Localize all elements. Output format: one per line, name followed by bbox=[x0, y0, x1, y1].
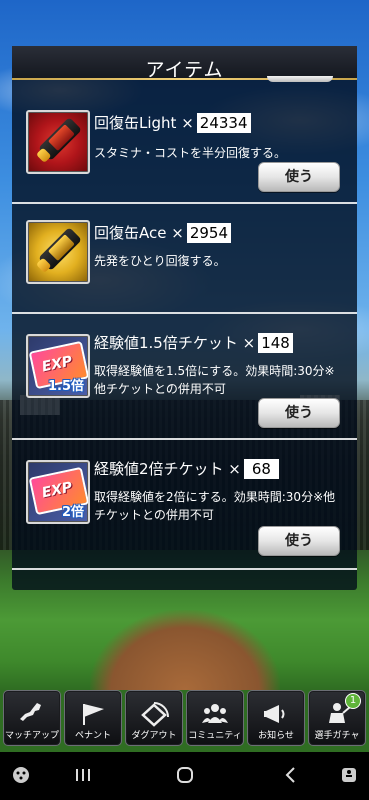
menu-label: マッチアップ bbox=[4, 731, 59, 741]
panel-header: アイテム bbox=[12, 46, 357, 81]
red-spray-can-icon bbox=[26, 110, 90, 174]
infield-dirt bbox=[90, 610, 280, 690]
pennant-icon bbox=[78, 701, 108, 727]
item-name-text: 経験値2倍チケット × bbox=[94, 460, 241, 478]
exp-ticket-icon: EXP 2倍 bbox=[26, 460, 90, 524]
item-description: 先発をひとり回復する。 bbox=[94, 254, 226, 268]
menu-label: ペナント bbox=[74, 731, 111, 741]
item-row: 回復缶Light × 24334 スタミナ・コストを半分回復する。 使う bbox=[12, 94, 357, 202]
can-shape bbox=[38, 227, 82, 271]
gold-spray-can-icon bbox=[26, 220, 90, 284]
divider bbox=[12, 568, 357, 570]
map-icon bbox=[17, 701, 47, 727]
item-description: 取得経験値を1.5倍にする。効果時間:30分※他チケットとの併用不可 bbox=[94, 364, 335, 396]
ticket-multiplier: 2倍 bbox=[61, 505, 84, 520]
item-row: EXP 1.5倍 経験値1.5倍チケット × 148 取得経験値を1.5倍にする。… bbox=[12, 314, 357, 428]
item-quantity: 68 bbox=[243, 459, 279, 479]
system-navigation-bar bbox=[0, 752, 369, 800]
item-quantity: 2954 bbox=[186, 223, 231, 243]
item-quantity: 24334 bbox=[196, 113, 251, 133]
item-panel: アイテム 回復缶Light × 24334 スタミナ・コストを半分回復する。 使う… bbox=[12, 46, 357, 590]
can-shape bbox=[38, 117, 82, 161]
notification-badge: 1 bbox=[345, 693, 361, 709]
diamond-field-icon bbox=[139, 701, 169, 727]
item-description: 取得経験値を2倍にする。効果時間:30分※他チケットとの併用不可 bbox=[94, 490, 336, 522]
item-name: 経験値2倍チケット × 68 bbox=[94, 458, 279, 479]
item-row: EXP 2倍 経験値2倍チケット × 68 取得経験値を2倍にする。効果時間:30… bbox=[12, 440, 357, 556]
home-icon[interactable] bbox=[176, 766, 194, 789]
menu-label: ダグアウト bbox=[131, 731, 177, 741]
item-name-text: 回復缶Ace × bbox=[94, 224, 184, 242]
recent-apps-icon[interactable] bbox=[74, 766, 92, 789]
item-name: 経験値1.5倍チケット × 148 bbox=[94, 332, 293, 353]
scrolled-button-edge bbox=[267, 76, 333, 82]
back-icon[interactable] bbox=[282, 766, 300, 789]
people-icon bbox=[200, 701, 230, 727]
accessibility-icon[interactable] bbox=[340, 766, 358, 789]
game-tools-icon[interactable] bbox=[12, 766, 30, 789]
menu-player-gacha[interactable]: 1 選手ガチャ bbox=[308, 690, 366, 746]
exp-ticket-icon: EXP 1.5倍 bbox=[26, 334, 90, 398]
menu-community[interactable]: コミュニティ bbox=[186, 690, 244, 746]
use-button[interactable]: 使う bbox=[258, 162, 340, 192]
item-name-text: 回復缶Light × bbox=[94, 114, 194, 132]
menu-dugout[interactable]: ダグアウト bbox=[125, 690, 183, 746]
menu-label: 選手ガチャ bbox=[314, 731, 360, 741]
item-row: 回復缶Ace × 2954 先発をひとり回復する。 bbox=[12, 204, 357, 312]
menu-news[interactable]: お知らせ bbox=[247, 690, 305, 746]
use-button[interactable]: 使う bbox=[258, 526, 340, 556]
item-name: 回復缶Light × 24334 bbox=[94, 112, 251, 133]
item-quantity: 148 bbox=[258, 333, 293, 353]
menu-pennant[interactable]: ペナント bbox=[64, 690, 122, 746]
ticket-text: EXP bbox=[40, 479, 74, 502]
menu-matchup[interactable]: マッチアップ bbox=[3, 690, 61, 746]
use-button[interactable]: 使う bbox=[258, 398, 340, 428]
ticket-text: EXP bbox=[40, 353, 74, 376]
ticket-multiplier: 1.5倍 bbox=[47, 379, 84, 394]
item-name-text: 経験値1.5倍チケット × bbox=[94, 334, 256, 352]
bottom-menu: マッチアップ ペナント ダグアウト コミュニティ お知らせ 1 選手ガチャ bbox=[0, 690, 369, 746]
menu-label: コミュニティ bbox=[188, 731, 242, 741]
megaphone-icon bbox=[261, 701, 291, 727]
menu-label: お知らせ bbox=[258, 731, 294, 741]
item-name: 回復缶Ace × 2954 bbox=[94, 222, 231, 243]
item-description: スタミナ・コストを半分回復する。 bbox=[94, 146, 287, 160]
